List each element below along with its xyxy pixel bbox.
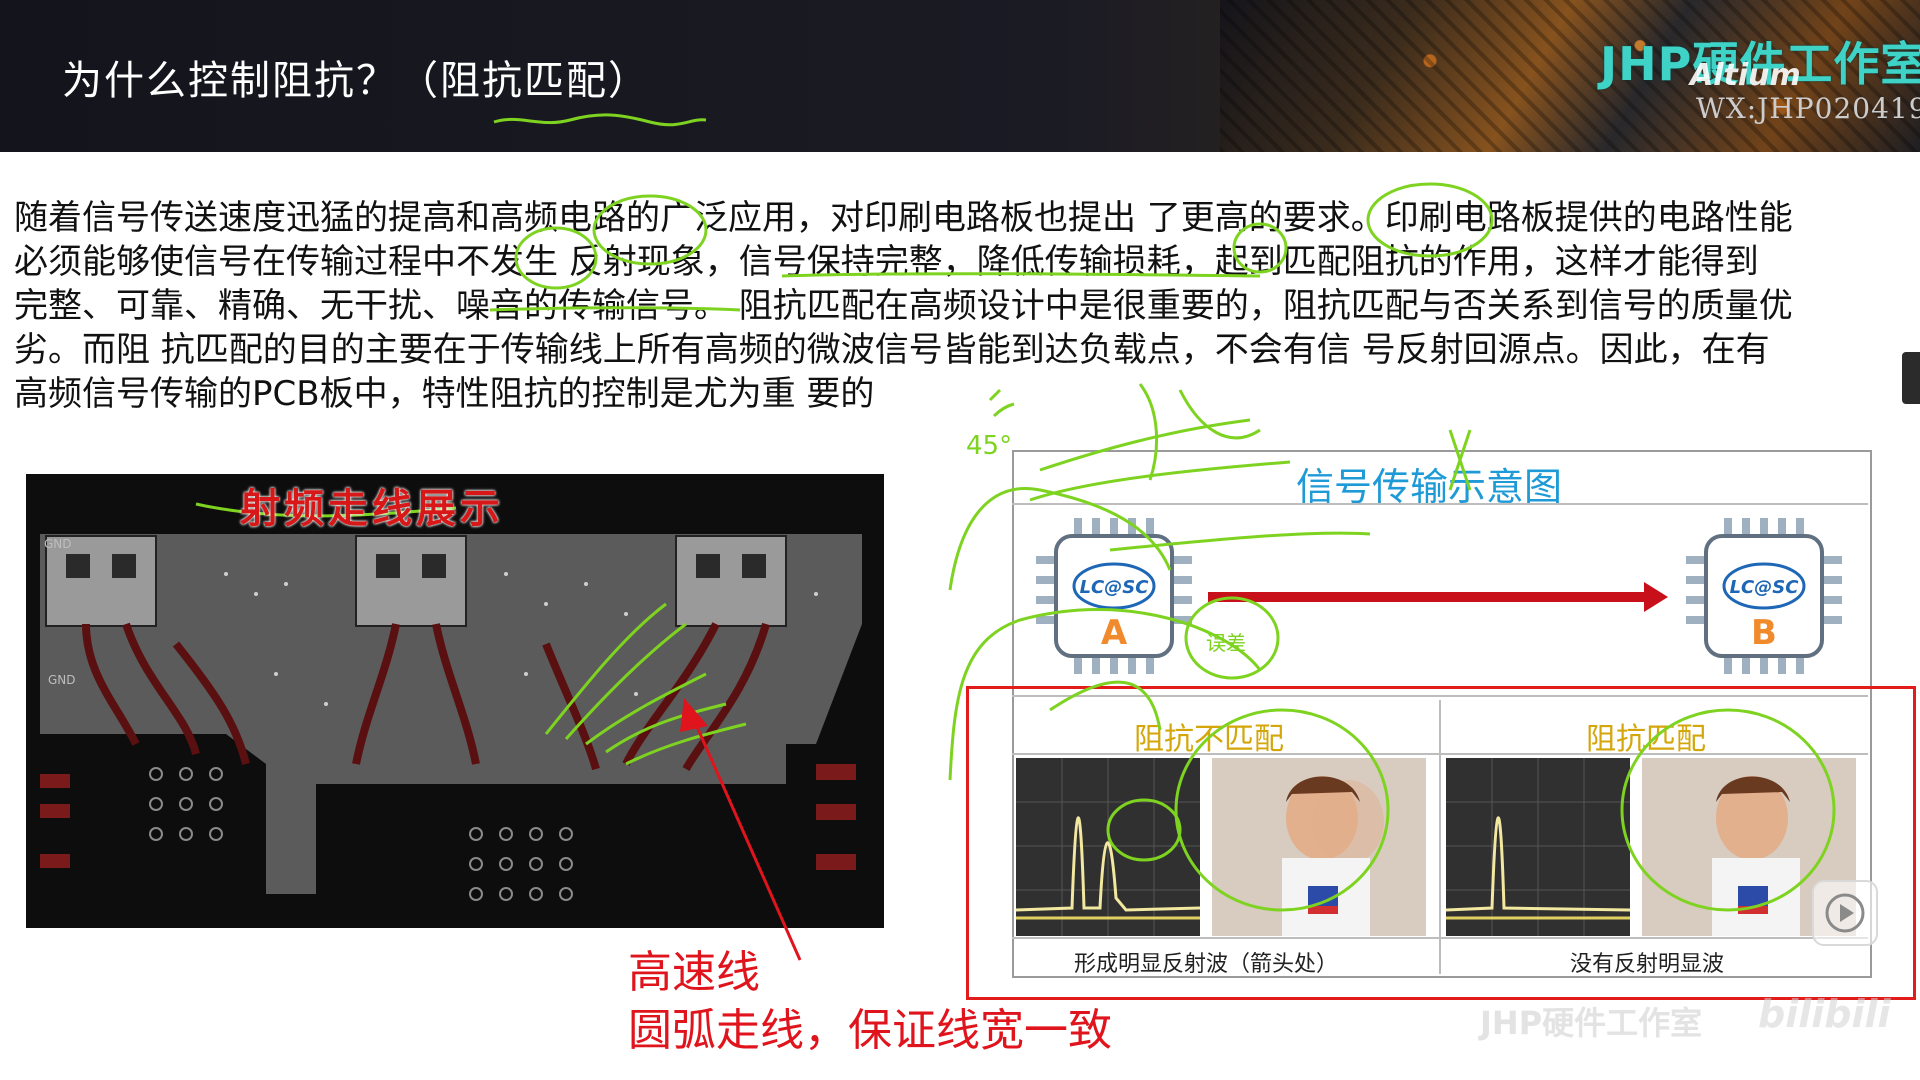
slide-title: 为什么控制阻抗？（阻抗匹配）: [62, 58, 650, 104]
angle-note: 45°: [966, 431, 1012, 461]
error-note: 误差: [1206, 631, 1246, 655]
bilibili-watermark: bilibili: [1758, 992, 1891, 1036]
annotation-line: 圆弧走线，保证线宽一致: [628, 1005, 1112, 1056]
diagram-handwriting: 45° 误差: [948, 383, 1836, 912]
altium-logo: Altium: [1690, 58, 1801, 93]
gnd-label: GND: [44, 537, 72, 551]
wechat-id: WX:JHP020419: [1696, 92, 1920, 125]
watermark-text: JHP硬件工作室: [1480, 1004, 1703, 1042]
play-icon[interactable]: [1812, 880, 1878, 946]
annotation-arrow: [680, 698, 802, 961]
rf-figure-title: 射频走线展示: [240, 485, 504, 532]
side-panel-tab[interactable]: [1902, 352, 1920, 404]
gnd-label: GND: [48, 673, 76, 687]
title-underline-scribble: [493, 113, 707, 127]
